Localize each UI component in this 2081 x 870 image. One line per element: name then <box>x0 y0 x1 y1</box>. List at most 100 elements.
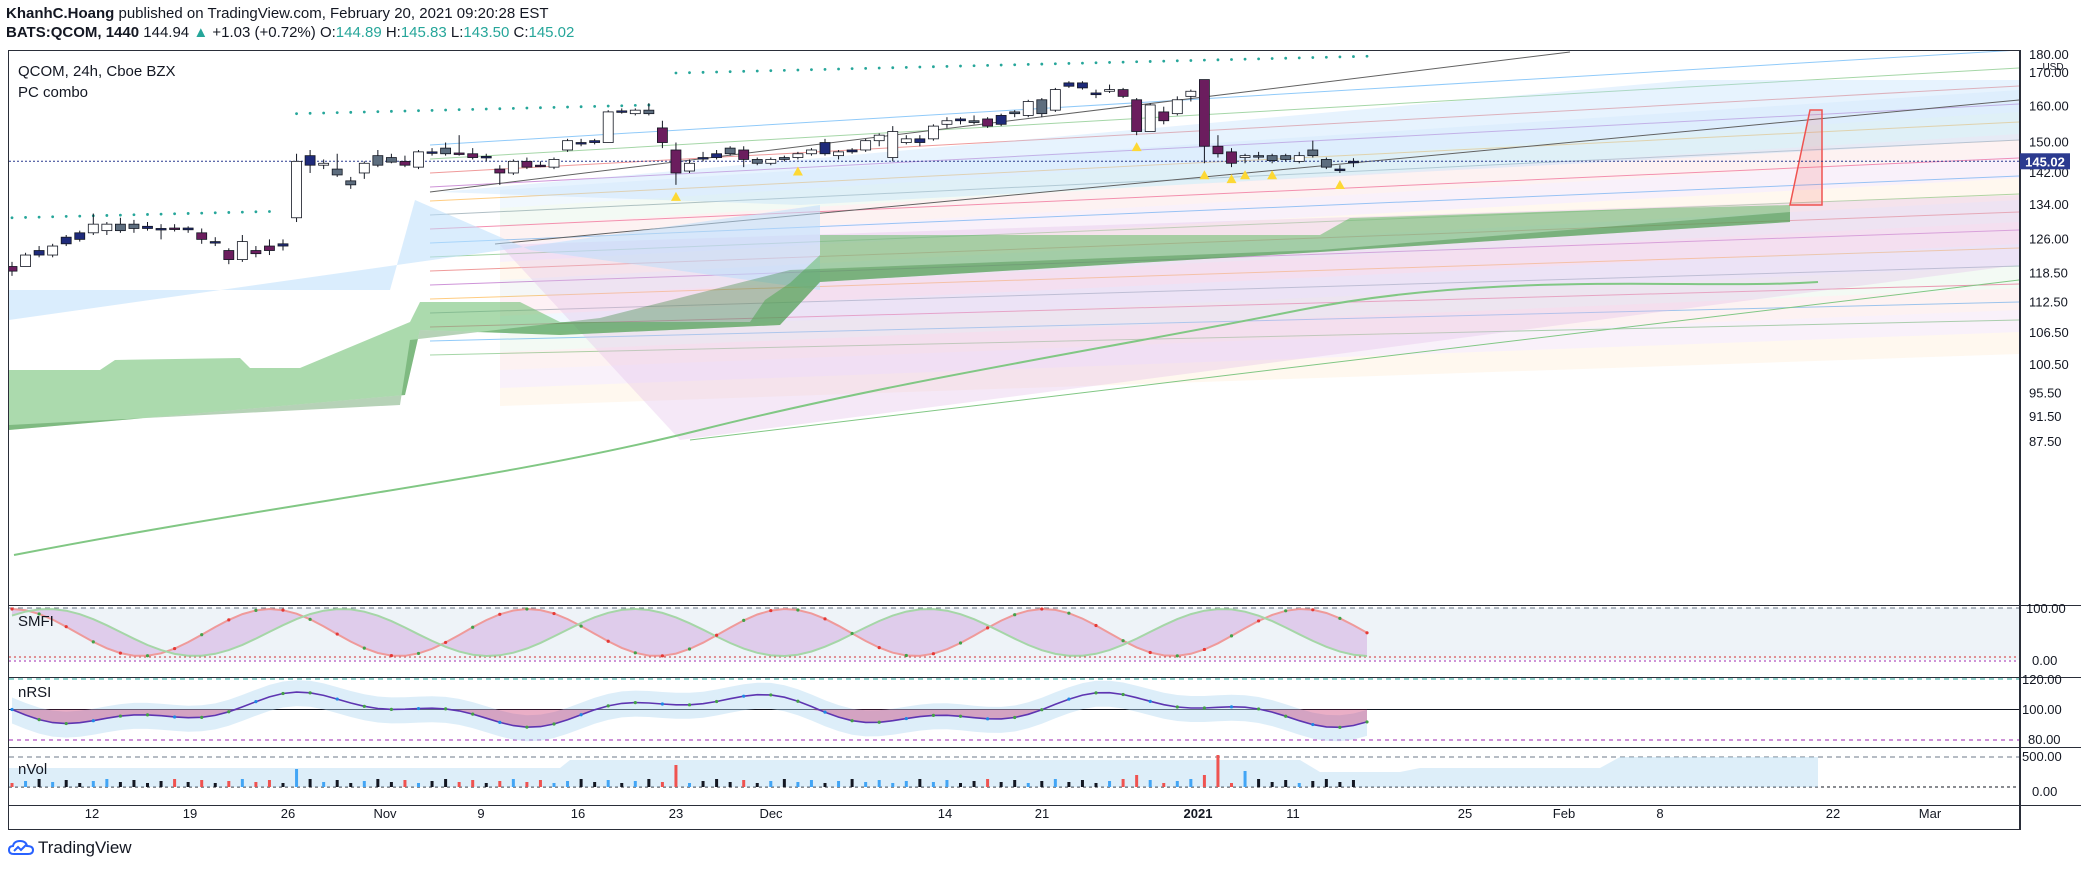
trend-dot <box>1067 62 1071 65</box>
candle <box>806 148 817 156</box>
nrsi-dot <box>281 691 285 696</box>
trend-dot <box>1013 63 1017 67</box>
trend-dot <box>498 107 502 111</box>
smfi-dot <box>796 608 800 612</box>
trend-dot <box>1324 55 1328 59</box>
smfi-dot <box>1067 611 1071 615</box>
indicator-name[interactable]: PC combo <box>18 84 88 101</box>
volume-bar <box>660 782 664 787</box>
candle-body <box>507 160 519 174</box>
candle <box>304 149 316 173</box>
smfi-dot <box>227 618 231 622</box>
chart-canvas[interactable]: QCOM, 24h, Cboe BZX PC combo 180.00170.0… <box>0 0 2081 870</box>
time-tick: 14 <box>938 806 952 821</box>
candle-body <box>1049 89 1061 111</box>
nrsi-dot <box>64 721 68 726</box>
nvol-label[interactable]: nVol <box>18 761 47 778</box>
candle <box>1104 84 1115 93</box>
candle <box>467 148 479 160</box>
volume-bar <box>200 780 204 787</box>
candle-body <box>1334 168 1346 171</box>
smfi-dot <box>145 654 150 658</box>
volume-bar <box>1148 780 1152 787</box>
nrsi-dot <box>931 713 936 718</box>
nrsi-dot <box>37 718 41 722</box>
candle-body <box>1185 90 1197 97</box>
trend-dot <box>1053 62 1057 66</box>
time-tick: 25 <box>1458 806 1472 821</box>
tradingview-logo[interactable]: TradingView <box>8 838 132 858</box>
candle <box>1158 106 1170 125</box>
nvol-tick-0: 0.00 <box>2032 784 2057 799</box>
candle <box>1131 98 1143 136</box>
volume-bar <box>430 781 434 787</box>
price-axis[interactable]: 180.00170.00160.00150.00142.00134.00126.… <box>2029 47 2069 449</box>
trend-dot <box>132 213 136 217</box>
smfi-dot <box>1365 631 1369 635</box>
nrsi-dot <box>823 710 827 714</box>
trend-dot <box>1094 61 1098 65</box>
nrsi-dot <box>1094 691 1098 695</box>
trend-dot <box>457 108 461 112</box>
candle-body <box>155 228 167 231</box>
nrsi-dot <box>579 713 583 717</box>
time-axis[interactable]: 12 19 26 Nov 9 16 23 Dec 14 21 2021 11 25 Feb 8 22 Mar <box>85 806 1942 821</box>
smfi-dot <box>687 647 692 651</box>
smfi-dot <box>1311 608 1315 612</box>
smfi-dot <box>200 633 204 637</box>
trend-dot <box>728 70 732 74</box>
candle <box>900 135 912 145</box>
volume-bar <box>281 783 285 787</box>
candle <box>1063 81 1075 88</box>
nrsi-dot <box>606 704 610 708</box>
candle <box>657 120 668 149</box>
candle-body <box>562 140 573 151</box>
trend-dot <box>579 105 583 109</box>
volume-bar <box>809 780 813 787</box>
volume-bar <box>498 781 502 787</box>
nrsi-dot <box>10 707 14 712</box>
nrsi-dot <box>1067 697 1071 701</box>
candle-body <box>1280 155 1292 160</box>
candle <box>480 153 492 162</box>
candle <box>1171 96 1183 116</box>
candle <box>860 138 872 152</box>
trend-dot <box>511 106 515 110</box>
nrsi-dot <box>145 713 150 717</box>
volume-bar <box>742 780 746 787</box>
smfi-dot <box>281 608 285 612</box>
volume-bar <box>579 779 583 787</box>
volume-bar <box>904 781 908 787</box>
candle-body <box>833 151 844 157</box>
volume-bar <box>850 779 854 787</box>
candle <box>142 222 153 231</box>
candle <box>995 113 1007 127</box>
candle-body <box>87 223 99 234</box>
smfi-dot <box>64 625 68 629</box>
volume-bar <box>918 779 922 787</box>
candle-body <box>575 142 587 145</box>
volume-bar <box>1080 780 1084 787</box>
candle-body <box>453 152 465 155</box>
trend-dot <box>1338 55 1342 59</box>
candle <box>968 115 980 125</box>
trend-dot <box>552 105 556 109</box>
volume-bar <box>376 779 380 787</box>
volume-bar <box>633 781 637 787</box>
time-tick: 8 <box>1656 806 1663 821</box>
nrsi-dot <box>335 697 339 701</box>
candle <box>385 153 397 164</box>
candle <box>101 222 113 235</box>
smfi-dot <box>471 625 475 629</box>
smfi-dot <box>389 654 393 658</box>
smfi-dot <box>173 646 177 651</box>
candle-body <box>385 157 397 163</box>
trend-dot <box>484 107 488 111</box>
smfi-label[interactable]: SMFI <box>18 613 54 630</box>
candle <box>507 159 519 175</box>
trend-dot <box>755 69 759 73</box>
volume-bar <box>538 780 542 787</box>
trend-dot <box>1230 58 1233 61</box>
volume-bar <box>647 779 651 787</box>
nrsi-label[interactable]: nRSI <box>18 684 51 701</box>
